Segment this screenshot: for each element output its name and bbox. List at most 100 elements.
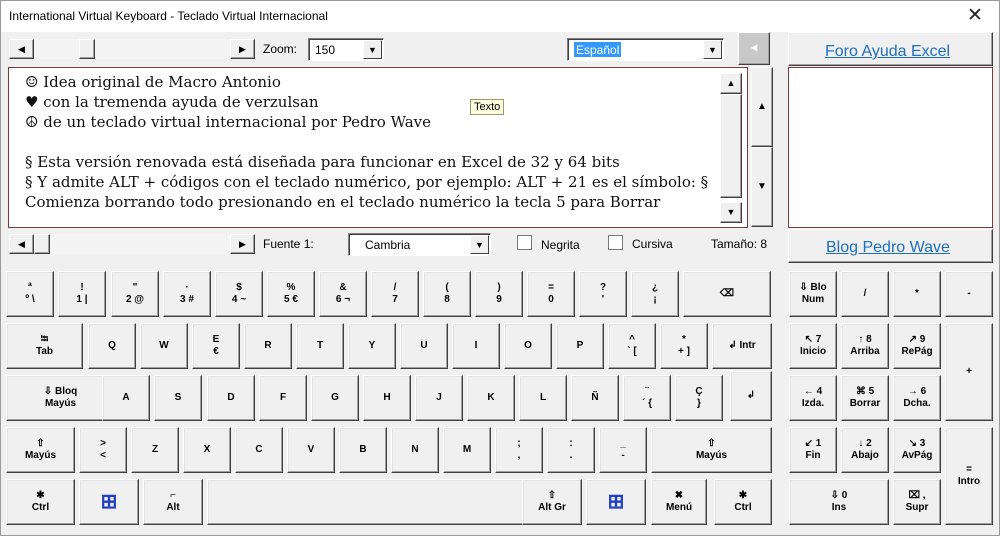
numpad-key[interactable]: = Intro — [945, 427, 993, 525]
chevron-down-icon[interactable]: ▼ — [703, 40, 722, 59]
key[interactable]: U — [400, 323, 448, 369]
key[interactable]: Ñ — [571, 375, 619, 421]
key[interactable]: Y — [348, 323, 396, 369]
key[interactable]: E € — [192, 323, 240, 369]
key[interactable]: " 2 @ — [111, 271, 159, 317]
key[interactable]: Ç } — [675, 375, 723, 421]
key[interactable]: ) 9 — [475, 271, 523, 317]
key[interactable]: ¨ ´ { — [623, 375, 671, 421]
key[interactable]: M — [443, 427, 491, 473]
numpad-key[interactable]: ⌧ , Supr — [893, 479, 941, 525]
key[interactable]: G — [311, 375, 359, 421]
key[interactable]: L — [519, 375, 567, 421]
key[interactable]: ( 8 — [423, 271, 471, 317]
key[interactable]: X — [183, 427, 231, 473]
numpad-key[interactable]: * — [893, 271, 941, 317]
scroll-up-button[interactable]: ▲ — [751, 67, 773, 147]
key[interactable]: K — [467, 375, 515, 421]
key[interactable]: ; , — [495, 427, 543, 473]
key[interactable]: / 7 — [371, 271, 419, 317]
key[interactable]: · 3 # — [163, 271, 211, 317]
text-scroll-down-button[interactable]: ▼ — [720, 202, 742, 223]
numpad-key[interactable]: - — [945, 271, 993, 317]
key[interactable]: ⇧ Mayús — [6, 427, 75, 473]
key[interactable]: D — [207, 375, 255, 421]
key[interactable]: R — [244, 323, 292, 369]
chevron-down-icon[interactable]: ▼ — [470, 235, 489, 254]
zoom-select[interactable]: 150 ▼ — [308, 38, 384, 61]
key[interactable]: I — [452, 323, 500, 369]
forum-link[interactable]: Foro Ayuda Excel — [825, 43, 950, 61]
key[interactable]: = 0 — [527, 271, 575, 317]
key[interactable]: W — [140, 323, 188, 369]
font-scroll-left-button[interactable]: ◀ — [9, 234, 34, 254]
text-editor[interactable]: ☺ Idea original de Macro Antonio ♥ con l… — [8, 67, 748, 228]
key[interactable]: N — [391, 427, 439, 473]
scroll-down-button[interactable]: ▼ — [751, 147, 773, 227]
key[interactable]: O — [504, 323, 552, 369]
key[interactable]: ! 1 | — [58, 271, 106, 317]
text-scroll-up-button[interactable]: ▲ — [720, 73, 742, 94]
key[interactable]: ⇩ Bloq Mayús — [6, 375, 115, 421]
key[interactable]: Q — [88, 323, 136, 369]
zoom-scroll-thumb[interactable] — [79, 39, 95, 59]
numpad-key[interactable]: ⇩ Blo Num — [789, 271, 837, 317]
key[interactable]: A — [102, 375, 150, 421]
key[interactable]: ⭾ Tab — [6, 323, 83, 369]
key[interactable]: $ 4 ~ — [215, 271, 263, 317]
blog-link[interactable]: Blog Pedro Wave — [826, 239, 950, 257]
key[interactable]: Z — [131, 427, 179, 473]
key[interactable]: ? ' — [579, 271, 627, 317]
key[interactable]: J — [415, 375, 463, 421]
numpad-key[interactable]: ← 4 Izda. — [789, 375, 837, 421]
key[interactable]: : . — [547, 427, 595, 473]
key[interactable]: & 6 ¬ — [319, 271, 367, 317]
zoom-scroll-right-button[interactable]: ▶ — [230, 39, 255, 59]
zoom-scroll-left-button[interactable]: ◀ — [9, 39, 34, 59]
key[interactable]: ✖ Menú — [651, 479, 707, 525]
numpad-key[interactable]: ↓ 2 Abajo — [841, 427, 889, 473]
numpad-key[interactable]: / — [841, 271, 889, 317]
key[interactable]: B — [339, 427, 387, 473]
font-scroll-track[interactable] — [50, 234, 230, 254]
numpad-key[interactable]: ↙ 1 Fin — [789, 427, 837, 473]
numpad-key[interactable]: ↗ 9 RePág — [893, 323, 941, 369]
italic-checkbox[interactable] — [608, 235, 623, 250]
numpad-key[interactable]: → 6 Dcha. — [893, 375, 941, 421]
numpad-key[interactable]: ↑ 8 Arriba — [841, 323, 889, 369]
key[interactable]: ✱ Ctrl — [6, 479, 75, 525]
key[interactable]: F — [259, 375, 307, 421]
key[interactable]: _ - — [599, 427, 647, 473]
key[interactable]: ✱ Ctrl — [714, 479, 772, 525]
close-button[interactable]: ✕ — [953, 1, 997, 32]
key[interactable]: H — [363, 375, 411, 421]
windows-key[interactable]: ⊞ — [79, 479, 139, 525]
key[interactable]: C — [235, 427, 283, 473]
key[interactable]: > < — [79, 427, 127, 473]
font-select[interactable]: Cambria ▼ — [348, 233, 491, 256]
key[interactable]: ↲ Intr — [712, 323, 772, 369]
font-scroll-right-button[interactable]: ▶ — [230, 234, 255, 254]
zoom-scroll-track[interactable] — [34, 39, 230, 59]
key[interactable]: ⇧ Mayús — [651, 427, 772, 473]
numpad-key[interactable]: ⌘ 5 Borrar — [841, 375, 889, 421]
key[interactable]: ↲ — [730, 371, 772, 421]
font-scroll-thumb[interactable] — [34, 234, 50, 254]
numpad-key[interactable]: ⇩ 0 Ins — [789, 479, 889, 525]
chevron-down-icon[interactable]: ▼ — [363, 40, 382, 59]
numpad-key[interactable]: ↖ 7 Inicio — [789, 323, 837, 369]
key[interactable]: T — [296, 323, 344, 369]
numpad-key[interactable]: + — [945, 323, 993, 421]
bold-checkbox[interactable] — [517, 235, 532, 250]
key[interactable]: P — [556, 323, 604, 369]
key[interactable]: ¿ ¡ — [631, 271, 679, 317]
key[interactable]: * + ] — [660, 323, 708, 369]
key[interactable]: V — [287, 427, 335, 473]
space-key[interactable] — [207, 479, 546, 525]
key[interactable]: % 5 € — [267, 271, 315, 317]
key[interactable]: ª º \ — [6, 271, 54, 317]
key[interactable]: ⇧ Alt Gr — [522, 479, 582, 525]
key[interactable]: ⌐ Alt — [143, 479, 203, 525]
text-scroll-thumb[interactable] — [720, 94, 742, 198]
key[interactable]: S — [154, 375, 202, 421]
